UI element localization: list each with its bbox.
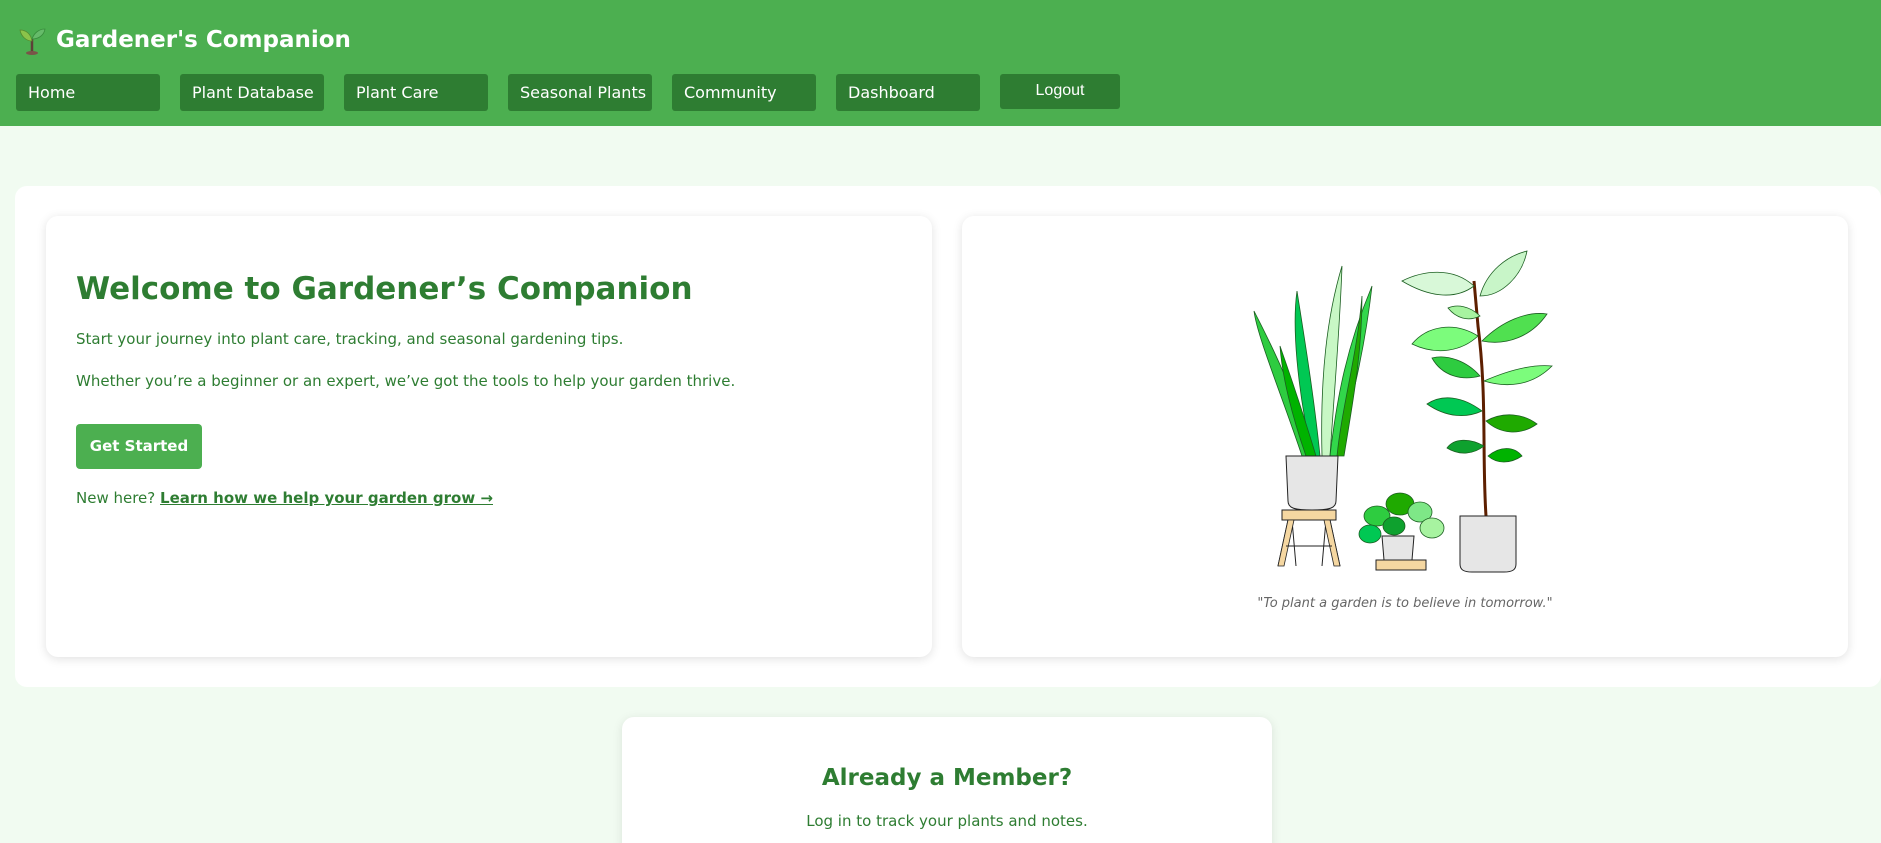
member-title: Already a Member?	[821, 765, 1073, 791]
top-header: Gardener's Companion Home Plant Database…	[0, 0, 1881, 126]
new-here-text: New here? Learn how we help your garden …	[76, 489, 493, 507]
member-subtitle: Log in to track your plants and notes.	[806, 812, 1088, 830]
nav-seasonal-plants[interactable]: Seasonal Plants	[508, 74, 652, 111]
app-title: Gardener's Companion	[56, 27, 351, 53]
new-here-prefix: New here?	[76, 489, 156, 507]
nav-home[interactable]: Home	[16, 74, 160, 111]
learn-more-link[interactable]: Learn how we help your garden grow →	[160, 489, 493, 507]
seedling-icon	[19, 28, 46, 55]
potted-plants-illustration	[1253, 250, 1553, 573]
logout-button[interactable]: Logout	[1000, 74, 1120, 109]
nav-community[interactable]: Community	[672, 74, 816, 111]
nav-dashboard[interactable]: Dashboard	[836, 74, 980, 111]
member-card: Already a Member? Log in to track your p…	[622, 717, 1272, 843]
brand[interactable]: Gardener's Companion	[18, 22, 351, 58]
intro-text-secondary: Whether you’re a beginner or an expert, …	[76, 372, 736, 390]
welcome-title: Welcome to Gardener’s Companion	[76, 271, 693, 307]
illustration-card: "To plant a garden is to believe in tomo…	[962, 216, 1848, 657]
main-nav: Home Plant Database Plant Care Seasonal …	[16, 74, 1120, 111]
garden-quote: "To plant a garden is to believe in tomo…	[1257, 596, 1553, 611]
intro-text: Start your journey into plant care, trac…	[76, 330, 624, 348]
nav-plant-care[interactable]: Plant Care	[344, 74, 488, 111]
welcome-card: Welcome to Gardener’s Companion Start yo…	[46, 216, 932, 657]
get-started-button[interactable]: Get Started	[76, 424, 202, 469]
nav-plant-database[interactable]: Plant Database	[180, 74, 324, 111]
